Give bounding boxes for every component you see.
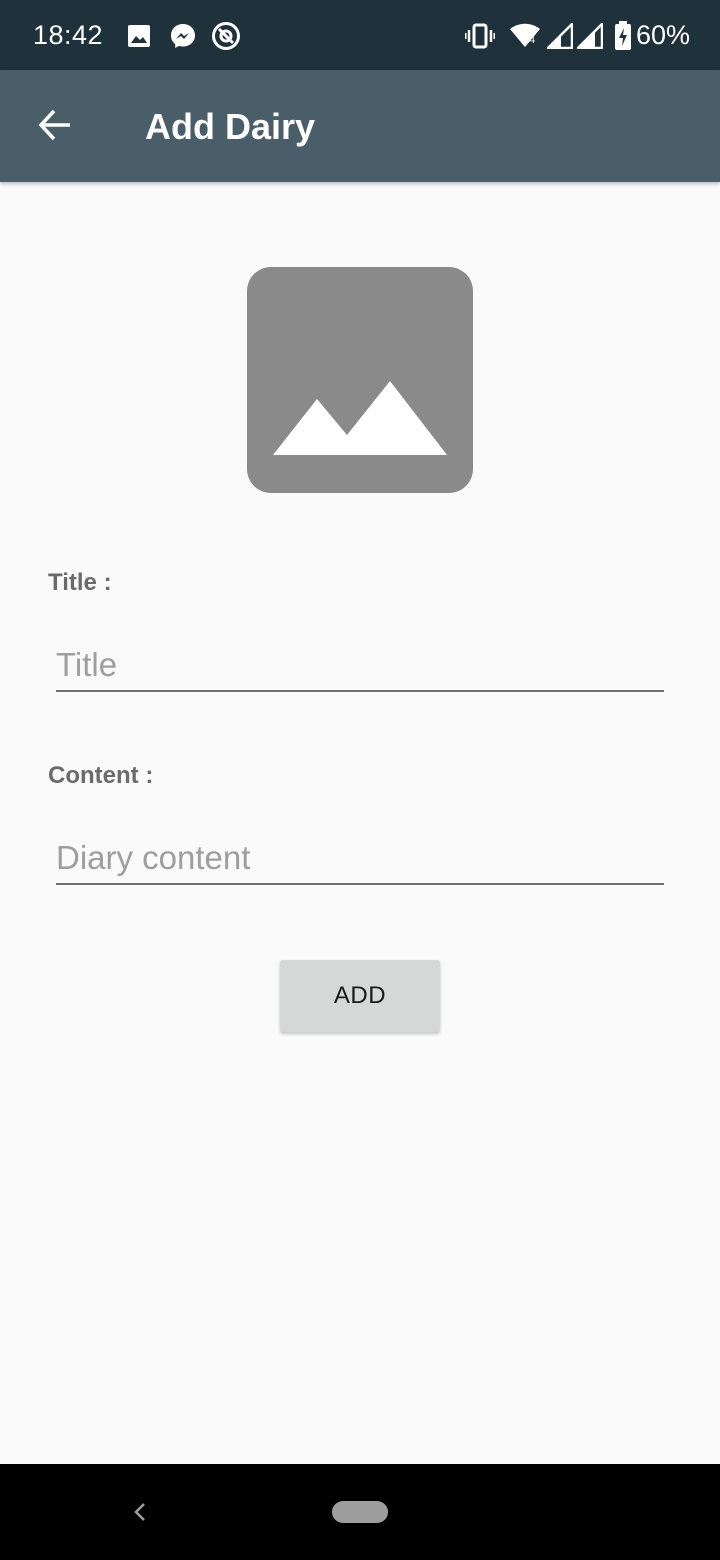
chevron-left-icon[interactable] [120,1492,160,1532]
back-button[interactable] [20,90,90,160]
battery-charging-icon [615,21,631,50]
home-pill-icon[interactable] [332,1501,388,1523]
content-label: Content : [48,762,154,789]
wifi-icon: 4 [510,23,540,47]
svg-text:4: 4 [529,34,535,46]
image-icon [128,25,150,47]
battery-percentage: 60% [636,20,691,50]
messenger-icon [171,24,195,48]
content-input[interactable] [56,833,664,885]
signal-icon [577,23,603,49]
status-time: 18:42 [33,20,104,50]
arrow-left-icon [38,109,70,141]
title-input[interactable] [56,640,664,692]
add-button[interactable]: ADD [280,960,440,1032]
signal-icon [547,23,573,49]
image-picker[interactable] [247,267,473,493]
status-bar: 18:42 4 60% [0,0,720,70]
vibrate-icon [465,23,495,49]
app-bar: Add Dairy [0,70,720,182]
page-title: Add Dairy [145,106,316,147]
image-placeholder-icon [247,267,473,493]
title-label: Title : [48,569,112,596]
at-sign-icon [212,22,240,50]
navigation-bar [0,1464,720,1560]
